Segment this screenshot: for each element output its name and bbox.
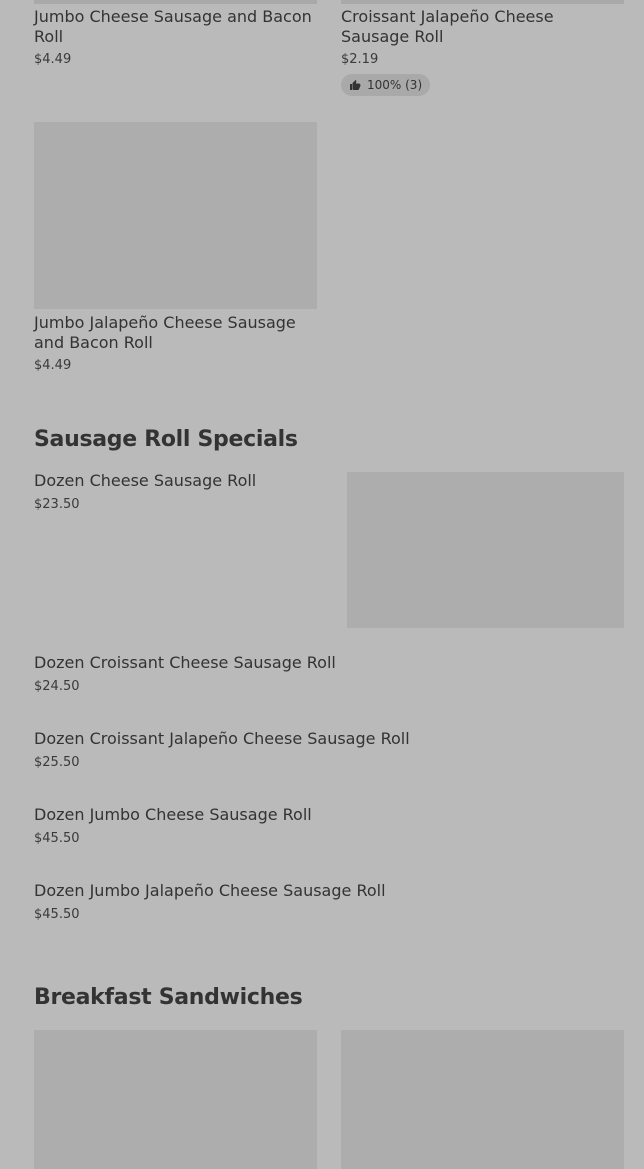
item-image[interactable] — [34, 0, 317, 4]
item-name[interactable]: Jumbo Cheese Sausage and Bacon Roll — [34, 7, 317, 47]
item-price: $4.49 — [34, 358, 72, 373]
item-price: $45.50 — [34, 907, 80, 922]
item-price: $2.19 — [341, 52, 379, 67]
thumbs-up-icon — [350, 80, 361, 90]
menu-item[interactable]: Dozen Jumbo Cheese Sausage Roll $45.50 — [34, 805, 312, 848]
rating-text: 100% (3) — [367, 78, 423, 92]
item-name: Dozen Jumbo Jalapeño Cheese Sausage Roll — [34, 881, 386, 900]
item-price: $23.50 — [34, 497, 80, 512]
rating-badge: 100% (3) — [341, 74, 431, 96]
item-image[interactable] — [341, 0, 624, 4]
menu-item[interactable]: Dozen Jumbo Jalapeño Cheese Sausage Roll… — [34, 881, 386, 924]
item-price: $4.49 — [34, 52, 72, 67]
item-name: Dozen Cheese Sausage Roll — [34, 471, 257, 490]
item-image[interactable] — [34, 122, 317, 309]
menu-item[interactable]: Dozen Croissant Jalapeño Cheese Sausage … — [34, 729, 410, 772]
item-image[interactable] — [347, 472, 624, 628]
section-title: Sausage Roll Specials — [34, 427, 298, 452]
item-price: $45.50 — [34, 831, 80, 846]
item-name[interactable]: Jumbo Jalapeño Cheese Sausage and Bacon … — [34, 313, 317, 353]
menu-item[interactable]: Dozen Cheese Sausage Roll $23.50 — [34, 471, 256, 514]
item-price: $24.50 — [34, 679, 80, 694]
item-name[interactable]: Croissant Jalapeño Cheese Sausage Roll — [341, 7, 624, 47]
item-image[interactable] — [341, 1030, 624, 1169]
item-name: Dozen Jumbo Cheese Sausage Roll — [34, 805, 312, 824]
item-image[interactable] — [34, 1030, 317, 1169]
menu-item[interactable]: Dozen Croissant Cheese Sausage Roll $24.… — [34, 653, 336, 696]
section-title: Breakfast Sandwiches — [34, 985, 303, 1010]
item-price: $25.50 — [34, 755, 80, 770]
item-name: Dozen Croissant Jalapeño Cheese Sausage … — [34, 729, 410, 748]
item-name: Dozen Croissant Cheese Sausage Roll — [34, 653, 336, 672]
